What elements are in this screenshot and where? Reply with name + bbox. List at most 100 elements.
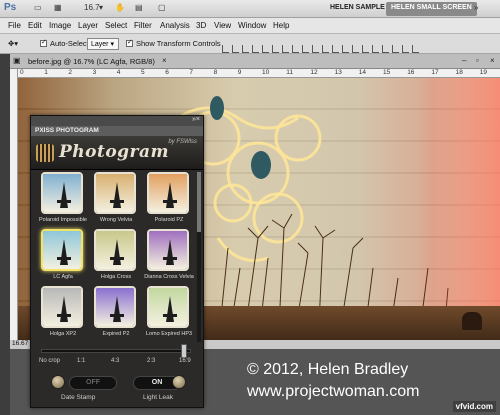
filter-item[interactable]: LC Agfa: [37, 229, 89, 285]
menu-select[interactable]: Select: [105, 21, 127, 30]
ruler-mark: 8: [213, 69, 218, 76]
document-tab[interactable]: ▣ before.jpg @ 16.7% (LC Agfa, RGB/8) × …: [10, 54, 500, 69]
ruler-vertical[interactable]: [10, 69, 18, 347]
menu-analysis[interactable]: Analysis: [160, 21, 190, 30]
auto-select-checkbox[interactable]: [40, 38, 47, 47]
copyright-url: www.projectwoman.com: [247, 383, 420, 400]
hand-icon[interactable]: ✋: [115, 3, 125, 12]
maximize-icon[interactable]: ▫: [476, 56, 479, 65]
filter-item[interactable]: Holga XP2: [37, 286, 89, 342]
ruler-mark: 2: [68, 69, 73, 76]
auto-select-dropdown[interactable]: Layer ▾: [87, 38, 119, 50]
photoshop-logo: Ps: [4, 2, 17, 13]
filter-thumbnail[interactable]: [147, 172, 189, 214]
eiffel-tower-icon: [110, 182, 124, 208]
crop-slider-track[interactable]: [41, 349, 191, 353]
menu-bar: File Edit Image Layer Select Filter Anal…: [0, 18, 500, 34]
eiffel-tower-icon: [110, 296, 124, 322]
auto-select-value: Layer: [91, 41, 109, 48]
light-leak-label: Light Leak: [143, 394, 173, 401]
crop-tick-label[interactable]: 1:1: [77, 358, 85, 364]
filter-thumbnail[interactable]: [147, 286, 189, 328]
date-stamp-label: Date Stamp: [61, 394, 96, 401]
menu-file[interactable]: File: [8, 21, 21, 30]
document-title: before.jpg @ 16.7% (LC Agfa, RGB/8): [28, 57, 155, 66]
filter-thumbnail[interactable]: [41, 286, 83, 328]
menu-window[interactable]: Window: [238, 21, 266, 30]
crop-tick-label[interactable]: 4:3: [111, 358, 119, 364]
ruler-mark: 13: [334, 69, 342, 76]
status-zoom[interactable]: 16.67: [12, 340, 28, 347]
arrange-icon[interactable]: ▤: [135, 3, 143, 12]
ruler-mark: 11: [286, 69, 293, 76]
show-transform-checkbox[interactable]: [126, 38, 133, 47]
ruler-horizontal[interactable]: 0 1 2 3 4 5 6 7 8 9 10 11 12 13 14 15 16 17 18 19: [18, 69, 500, 78]
photogram-byline: by FSWlss: [168, 139, 197, 145]
show-transform-label: Show Transform Controls: [136, 39, 221, 48]
filter-thumbnail[interactable]: [94, 229, 136, 271]
panel-scrollbar[interactable]: [197, 172, 201, 342]
filter-thumbnail[interactable]: [147, 229, 189, 271]
workspace-helen-sample[interactable]: HELEN SAMPLE: [325, 2, 390, 16]
filter-label: Lomo Expired HP3: [145, 331, 193, 337]
panel-close-icon[interactable]: »×: [192, 116, 200, 123]
ruler-mark: 9: [237, 69, 242, 76]
light-leak-knob[interactable]: [172, 375, 186, 389]
eiffel-tower-icon: [163, 239, 177, 265]
crop-slider-knob[interactable]: [181, 344, 187, 358]
app-bar: Ps ▭ ▦ 16.7 ▾ ✋ ▤ ▢ HELEN SAMPLE HELEN S…: [0, 0, 500, 18]
paint-spot-left: [210, 96, 224, 120]
move-tool-icon[interactable]: ✥▾: [8, 39, 18, 48]
ruler-mark: 5: [141, 69, 145, 76]
minimize-icon[interactable]: –: [462, 56, 466, 65]
workspace-helen-small-screen[interactable]: HELEN SMALL SCREEN: [386, 2, 477, 16]
filter-thumbnail[interactable]: [94, 286, 136, 328]
menu-edit[interactable]: Edit: [28, 21, 42, 30]
ruler-mark: 19: [479, 69, 488, 76]
crop-tick-label[interactable]: No crop: [39, 358, 60, 364]
date-stamp-toggle[interactable]: OFF: [69, 376, 117, 390]
menu-3d[interactable]: 3D: [196, 21, 206, 30]
filter-item[interactable]: Polaroid PZ: [143, 172, 195, 228]
ruler-mark: 12: [310, 69, 318, 76]
copyright-line: © 2012, Helen Bradley: [247, 361, 409, 378]
filter-item[interactable]: Dianna Cross Velvia: [143, 229, 195, 285]
bridge-icon[interactable]: ▭: [34, 3, 42, 12]
align-icons[interactable]: [222, 40, 422, 53]
eiffel-tower-icon: [163, 182, 177, 208]
date-stamp-knob[interactable]: [51, 375, 65, 389]
filter-item[interactable]: Holga Cross: [90, 229, 142, 285]
eiffel-tower-icon: [57, 296, 71, 322]
menu-image[interactable]: Image: [49, 21, 71, 30]
date-stamp-state: OFF: [86, 379, 100, 386]
filter-item[interactable]: Wrong Velvia: [90, 172, 142, 228]
filter-label: Expired P2: [102, 331, 130, 337]
menu-help[interactable]: Help: [273, 21, 289, 30]
view-extras-icon[interactable]: ▦: [54, 3, 62, 12]
panel-header[interactable]: »×: [31, 116, 203, 126]
crop-slider[interactable]: No crop 1:1 4:3 2:3 16:9: [39, 344, 195, 366]
ruler-mark: 15: [383, 69, 391, 76]
menu-layer[interactable]: Layer: [78, 21, 98, 30]
zoom-dropdown-icon[interactable]: ▾: [99, 3, 103, 12]
filter-thumbnail[interactable]: [94, 172, 136, 214]
film-reel-icon: [36, 144, 54, 162]
menu-filter[interactable]: Filter: [134, 21, 152, 30]
workspace-menu-icon[interactable]: »: [474, 3, 478, 12]
filter-item[interactable]: Expired P2: [90, 286, 142, 342]
panel-tab[interactable]: PXISS PHOTOGRAM: [31, 126, 203, 136]
filter-thumbnail[interactable]: [41, 229, 83, 271]
filter-label: Wrong Velvia: [99, 217, 133, 223]
zoom-level[interactable]: 16.7: [84, 3, 100, 12]
menu-view[interactable]: View: [214, 21, 231, 30]
crop-tick-label[interactable]: 16:9: [179, 358, 191, 364]
crop-tick-label[interactable]: 2:3: [147, 358, 155, 364]
filter-item[interactable]: Lomo Expired HP3: [143, 286, 195, 342]
close-icon[interactable]: ×: [162, 56, 167, 65]
filter-item[interactable]: Polaroid Impossible: [37, 172, 89, 228]
close-window-icon[interactable]: ×: [490, 56, 495, 65]
screen-mode-icon[interactable]: ▢: [158, 3, 166, 12]
photo-dark-opening: [462, 312, 482, 330]
filter-thumbnail[interactable]: [41, 172, 83, 214]
eiffel-tower-icon: [57, 239, 71, 265]
